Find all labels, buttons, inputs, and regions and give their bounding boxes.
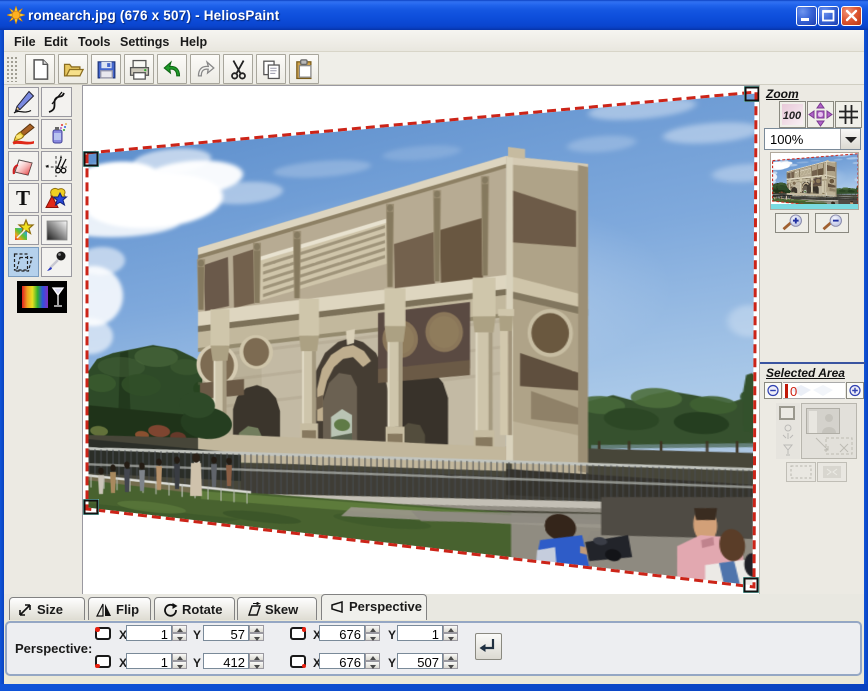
- svg-text:100: 100: [783, 110, 802, 122]
- svg-text:T: T: [16, 186, 30, 210]
